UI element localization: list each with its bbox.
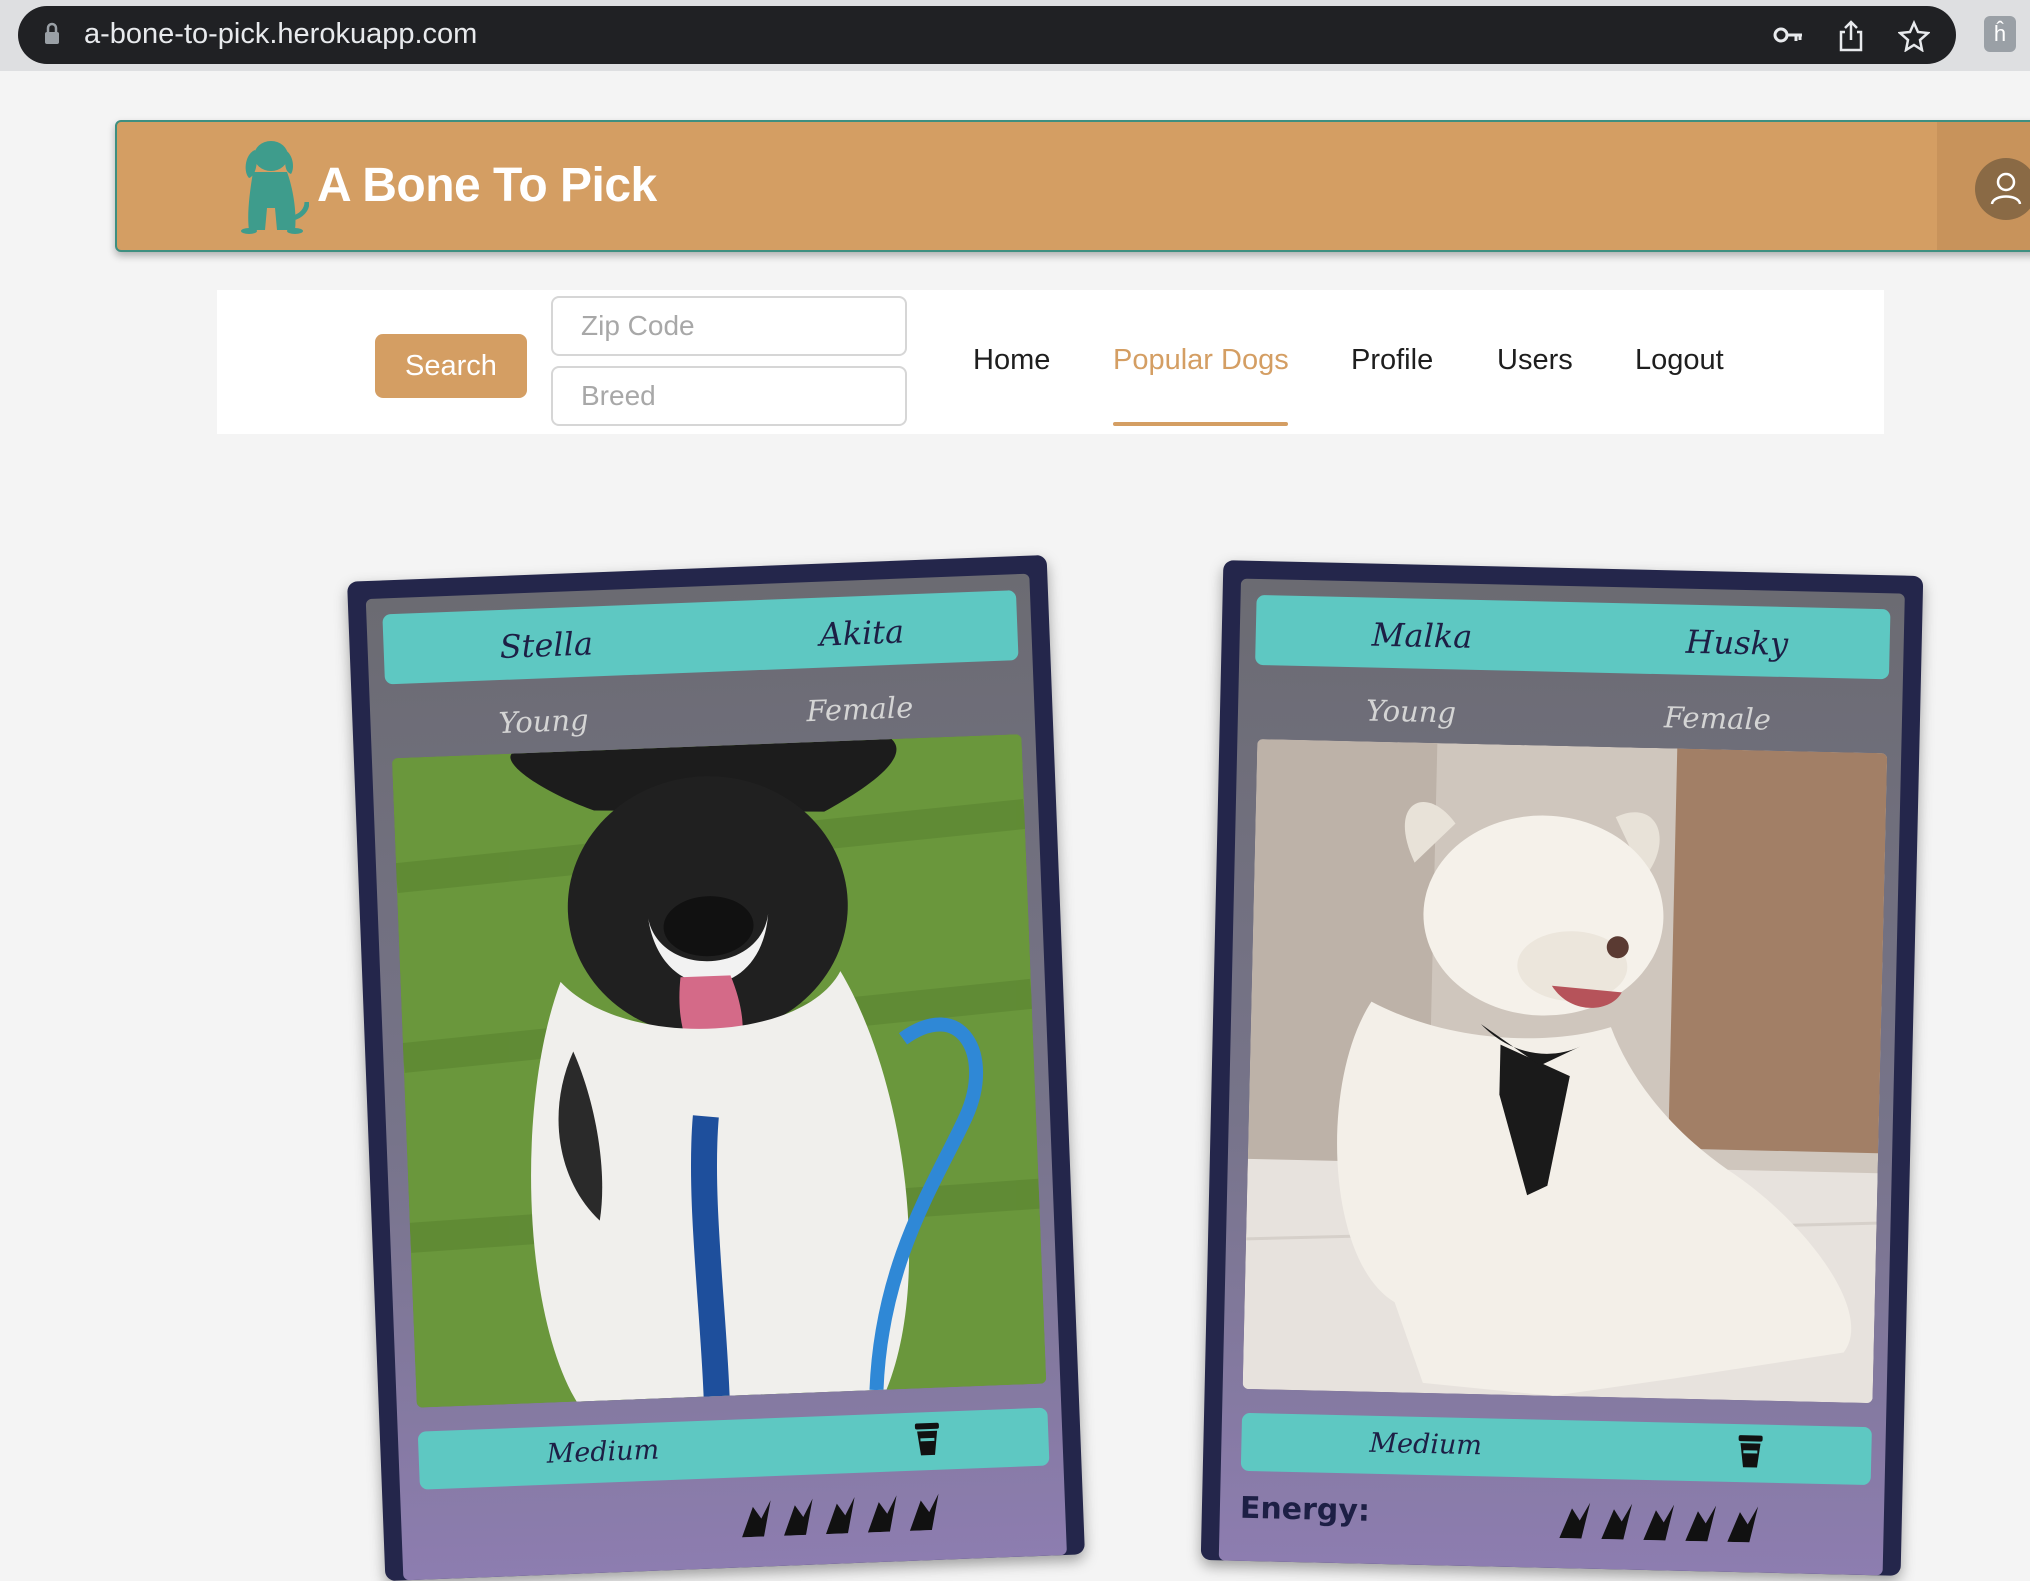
nav-bar: Search Zip Code Breed Home Popular Dogs …: [217, 290, 1884, 434]
bolt-icon: [1559, 1502, 1591, 1539]
nav-logout[interactable]: Logout: [1635, 344, 1724, 377]
share-icon[interactable]: [1838, 20, 1864, 52]
name-banner: Stella Akita: [382, 590, 1019, 685]
dog-size: Medium: [546, 1434, 660, 1470]
dog-photo: [391, 734, 1047, 1408]
size-banner: Medium: [417, 1407, 1050, 1490]
card-body: Stella Akita Young Female Medium: [365, 573, 1067, 1581]
energy-label: Energy:: [1239, 1490, 1371, 1529]
nav-popular-dogs[interactable]: Popular Dogs: [1113, 344, 1289, 377]
bolt-icon: [1643, 1504, 1675, 1541]
dog-name: Stella: [498, 624, 594, 666]
dog-age: Young: [1365, 693, 1457, 730]
active-tab-indicator: [1113, 422, 1288, 426]
star-icon[interactable]: [1898, 20, 1930, 52]
dog-photo: [1242, 739, 1888, 1404]
site-title[interactable]: A Bone To Pick: [317, 158, 657, 213]
bolt-icon: [1601, 1503, 1633, 1540]
browser-toolbar: a-bone-to-pick.herokuapp.com ĥ: [0, 0, 2030, 71]
user-icon[interactable]: [1975, 158, 2030, 220]
energy-bolt-icons: [1559, 1502, 1759, 1543]
energy-bolt-icons: [742, 1493, 939, 1538]
dog-card[interactable]: Stella Akita Young Female Medium: [347, 554, 1085, 1581]
size-banner: Medium: [1240, 1412, 1872, 1486]
nav-home[interactable]: Home: [973, 344, 1050, 377]
extension-icon[interactable]: ĥ: [1984, 16, 2016, 52]
site-header: A Bone To Pick: [115, 120, 2030, 252]
trash-bin-icon[interactable]: [914, 1422, 941, 1457]
address-bar[interactable]: a-bone-to-pick.herokuapp.com: [18, 6, 1956, 64]
dog-age: Young: [497, 702, 590, 741]
key-icon[interactable]: [1772, 20, 1804, 50]
bolt-icon: [742, 1500, 771, 1538]
bolt-icon: [1685, 1505, 1717, 1542]
bolt-icon: [867, 1495, 897, 1533]
nav-profile[interactable]: Profile: [1351, 344, 1433, 377]
dog-card[interactable]: Malka Husky Young Female Medium Energy:: [1200, 560, 1924, 1576]
user-glyph: [1990, 172, 2022, 205]
bolt-icon: [825, 1496, 855, 1535]
trash-bin-icon[interactable]: [1737, 1434, 1764, 1469]
name-banner: Malka Husky: [1255, 594, 1891, 680]
dog-breed: Husky: [1685, 622, 1789, 664]
dog-logo-icon[interactable]: [235, 138, 309, 234]
url-text[interactable]: a-bone-to-pick.herokuapp.com: [84, 18, 477, 51]
dog-name: Malka: [1371, 615, 1473, 656]
card-body: Malka Husky Young Female Medium Energy:: [1218, 578, 1905, 1576]
zip-code-input[interactable]: Zip Code: [551, 296, 907, 356]
dog-breed: Akita: [818, 612, 905, 654]
dog-sex: Female: [805, 690, 914, 729]
search-button[interactable]: Search: [375, 334, 527, 398]
bolt-icon: [1727, 1506, 1759, 1543]
lock-icon: [45, 22, 59, 44]
dog-sex: Female: [1663, 700, 1772, 737]
nav-users[interactable]: Users: [1497, 344, 1573, 377]
dog-size: Medium: [1369, 1427, 1483, 1462]
bolt-icon: [784, 1498, 813, 1536]
breed-input[interactable]: Breed: [551, 366, 907, 426]
bolt-icon: [909, 1493, 939, 1531]
